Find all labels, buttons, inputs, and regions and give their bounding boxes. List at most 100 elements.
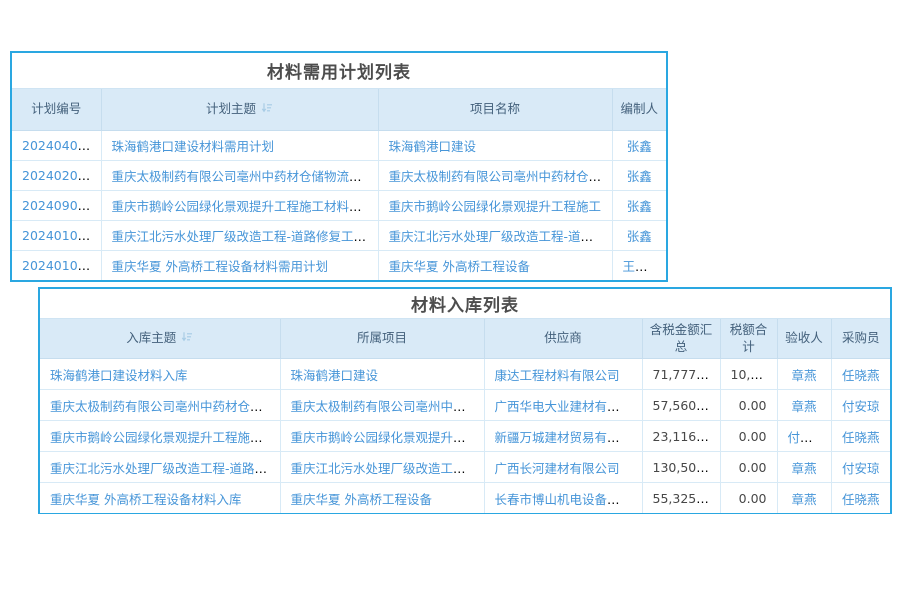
inbound-project-link[interactable]: 重庆江北污水处理厂级改造工程-道路... <box>291 461 485 476</box>
plan-table: 计划编号 计划主题 项目名称 编制人 2024040003 珠海鹤港口建设材料需… <box>12 89 666 280</box>
table-row[interactable]: 重庆市鹅岭公园绿化景观提升工程施工材料入库 重庆市鹅岭公园绿化景观提升工程施工 … <box>40 421 890 452</box>
purchaser-link[interactable]: 任晓燕 <box>842 430 880 445</box>
plan-col-header-subject[interactable]: 计划主题 <box>101 89 378 131</box>
inbound-subject-cell: 重庆太极制药有限公司亳州中药材仓储物流基... <box>40 390 280 421</box>
inspector-cell: 付安琼 <box>777 421 831 452</box>
plan-subject-link[interactable]: 重庆太极制药有限公司亳州中药材仓储物流基地项目... <box>112 169 379 184</box>
sort-icon[interactable] <box>261 102 273 118</box>
plan-col-header-project: 项目名称 <box>378 89 612 131</box>
inbound-subject-link[interactable]: 重庆江北污水处理厂级改造工程-道路修复工程... <box>50 461 280 476</box>
plan-project-link[interactable]: 珠海鹤港口建设 <box>389 139 477 154</box>
inspector-link[interactable]: 章燕 <box>791 492 816 507</box>
table-row[interactable]: 2024010011 重庆江北污水处理厂级改造工程-道路修复工程主要材料 重庆江… <box>12 221 666 251</box>
purchaser-cell: 付安琼 <box>831 452 890 483</box>
tax-total-cell: 0.00 <box>720 483 777 514</box>
table-row[interactable]: 2024010009 重庆华夏 外高桥工程设备材料需用计划 重庆华夏 外高桥工程… <box>12 251 666 281</box>
plan-subject-cell: 珠海鹤港口建设材料需用计划 <box>101 131 378 161</box>
inbound-subject-link[interactable]: 重庆太极制药有限公司亳州中药材仓储物流基... <box>50 399 280 414</box>
table-row[interactable]: 珠海鹤港口建设材料入库 珠海鹤港口建设 康达工程材料有限公司 71,777.00… <box>40 359 890 390</box>
inbound-project-link[interactable]: 重庆华夏 外高桥工程设备 <box>291 492 432 507</box>
plan-table-header-row: 计划编号 计划主题 项目名称 编制人 <box>12 89 666 131</box>
table-row[interactable]: 2024090001 重庆市鹅岭公园绿化景观提升工程施工材料需用计划 重庆市鹅岭… <box>12 191 666 221</box>
inspector-link[interactable]: 章燕 <box>791 368 816 383</box>
plan-subject-link[interactable]: 重庆江北污水处理厂级改造工程-道路修复工程主要材料 <box>112 229 379 244</box>
inspector-link[interactable]: 章燕 <box>791 399 816 414</box>
plan-compiler-cell: 张鑫 <box>612 221 666 251</box>
plan-no-link[interactable]: 2024020004 <box>22 168 101 183</box>
plan-no-link[interactable]: 2024090001 <box>22 198 101 213</box>
tax-total-value: 0.00 <box>739 429 767 444</box>
amount-with-tax-value: 71,777.00 <box>653 367 717 382</box>
inbound-col-header-subject-label: 入库主题 <box>126 330 176 345</box>
plan-compiler-cell: 王志远 <box>612 251 666 281</box>
inbound-subject-link[interactable]: 重庆华夏 外高桥工程设备材料入库 <box>50 492 241 507</box>
plan-no-link[interactable]: 2024040003 <box>22 138 101 153</box>
tax-total-value: 10,42... <box>731 367 778 382</box>
amount-with-tax-cell: 55,325.00 <box>642 483 720 514</box>
plan-project-link[interactable]: 重庆江北污水处理厂级改造工程-道路修复工程 <box>389 229 613 244</box>
purchaser-link[interactable]: 任晓燕 <box>842 492 880 507</box>
purchaser-link[interactable]: 付安琼 <box>842 461 880 476</box>
tax-total-cell: 10,42... <box>720 359 777 390</box>
inbound-project-link[interactable]: 重庆市鹅岭公园绿化景观提升工程施工 <box>291 430 485 445</box>
plan-subject-link[interactable]: 重庆市鹅岭公园绿化景观提升工程施工材料需用计划 <box>112 199 379 214</box>
inbound-table: 入库主题 所属项目 供应商 含税金额汇总 税额合计 验收人 采购员 珠海鹤港口建… <box>40 319 890 513</box>
inspector-cell: 章燕 <box>777 390 831 421</box>
inbound-supplier-link[interactable]: 康达工程材料有限公司 <box>495 368 620 383</box>
plan-project-link[interactable]: 重庆市鹅岭公园绿化景观提升工程施工 <box>389 199 602 214</box>
plan-subject-link[interactable]: 珠海鹤港口建设材料需用计划 <box>112 139 275 154</box>
plan-no-link[interactable]: 2024010009 <box>22 258 101 273</box>
inbound-col-header-purchaser-label: 采购员 <box>842 330 880 345</box>
sort-icon[interactable] <box>181 331 193 347</box>
inbound-project-link[interactable]: 重庆太极制药有限公司亳州中药材仓... <box>291 399 485 414</box>
plan-no-cell: 2024090001 <box>12 191 101 221</box>
purchaser-cell: 任晓燕 <box>831 483 890 514</box>
inbound-subject-link[interactable]: 珠海鹤港口建设材料入库 <box>50 368 188 383</box>
plan-compiler-link[interactable]: 张鑫 <box>627 139 652 154</box>
plan-compiler-link[interactable]: 王志远 <box>623 259 661 274</box>
plan-compiler-link[interactable]: 张鑫 <box>627 229 652 244</box>
inbound-table-card: 材料入库列表 入库主题 所属项目 供应商 含税金额汇总 税额合计 验收人 采购员 <box>38 287 892 514</box>
inbound-subject-link[interactable]: 重庆市鹅岭公园绿化景观提升工程施工材料入库 <box>50 430 280 445</box>
inbound-supplier-link[interactable]: 广西长河建材有限公司 <box>495 461 620 476</box>
inspector-link[interactable]: 付安琼 <box>788 430 826 445</box>
plan-project-link[interactable]: 重庆华夏 外高桥工程设备 <box>389 259 530 274</box>
inbound-supplier-link[interactable]: 广西华电大业建材有限公司 <box>495 399 643 414</box>
purchaser-link[interactable]: 付安琼 <box>842 399 880 414</box>
amount-with-tax-cell: 71,777.00 <box>642 359 720 390</box>
amount-with-tax-value: 55,325.00 <box>653 491 717 506</box>
table-row[interactable]: 重庆江北污水处理厂级改造工程-道路修复工程... 重庆江北污水处理厂级改造工程-… <box>40 452 890 483</box>
inbound-col-header-subject[interactable]: 入库主题 <box>40 319 280 359</box>
plan-subject-link[interactable]: 重庆华夏 外高桥工程设备材料需用计划 <box>112 259 328 274</box>
plan-no-link[interactable]: 2024010011 <box>22 228 101 243</box>
table-row[interactable]: 2024040003 珠海鹤港口建设材料需用计划 珠海鹤港口建设 张鑫 <box>12 131 666 161</box>
purchaser-link[interactable]: 任晓燕 <box>842 368 880 383</box>
inbound-supplier-cell: 长春市博山机电设备有限公司 <box>484 483 642 514</box>
inspector-link[interactable]: 章燕 <box>791 461 816 476</box>
inbound-supplier-cell: 广西华电大业建材有限公司 <box>484 390 642 421</box>
purchaser-cell: 任晓燕 <box>831 359 890 390</box>
plan-project-cell: 珠海鹤港口建设 <box>378 131 612 161</box>
table-row[interactable]: 重庆太极制药有限公司亳州中药材仓储物流基... 重庆太极制药有限公司亳州中药材仓… <box>40 390 890 421</box>
plan-project-cell: 重庆江北污水处理厂级改造工程-道路修复工程 <box>378 221 612 251</box>
inbound-col-header-purchaser: 采购员 <box>831 319 890 359</box>
inbound-supplier-link[interactable]: 长春市博山机电设备有限公司 <box>495 492 643 507</box>
plan-compiler-link[interactable]: 张鑫 <box>627 199 652 214</box>
plan-project-link[interactable]: 重庆太极制药有限公司亳州中药材仓储物流... <box>389 169 613 184</box>
inbound-supplier-cell: 广西长河建材有限公司 <box>484 452 642 483</box>
tax-total-cell: 0.00 <box>720 390 777 421</box>
table-row[interactable]: 2024020004 重庆太极制药有限公司亳州中药材仓储物流基地项目... 重庆… <box>12 161 666 191</box>
plan-compiler-link[interactable]: 张鑫 <box>627 169 652 184</box>
plan-col-header-project-label: 项目名称 <box>470 101 520 116</box>
purchaser-cell: 付安琼 <box>831 390 890 421</box>
inspector-cell: 章燕 <box>777 452 831 483</box>
plan-project-cell: 重庆市鹅岭公园绿化景观提升工程施工 <box>378 191 612 221</box>
plan-subject-cell: 重庆江北污水处理厂级改造工程-道路修复工程主要材料 <box>101 221 378 251</box>
inbound-supplier-link[interactable]: 新疆万城建材贸易有限公司 <box>495 430 643 445</box>
plan-table-title: 材料需用计划列表 <box>12 53 666 89</box>
inbound-project-link[interactable]: 珠海鹤港口建设 <box>291 368 379 383</box>
inbound-col-header-amount-label: 含税金额汇总 <box>650 322 713 353</box>
plan-col-header-plan-no: 计划编号 <box>12 89 101 131</box>
plan-project-cell: 重庆太极制药有限公司亳州中药材仓储物流... <box>378 161 612 191</box>
table-row[interactable]: 重庆华夏 外高桥工程设备材料入库 重庆华夏 外高桥工程设备 长春市博山机电设备有… <box>40 483 890 514</box>
